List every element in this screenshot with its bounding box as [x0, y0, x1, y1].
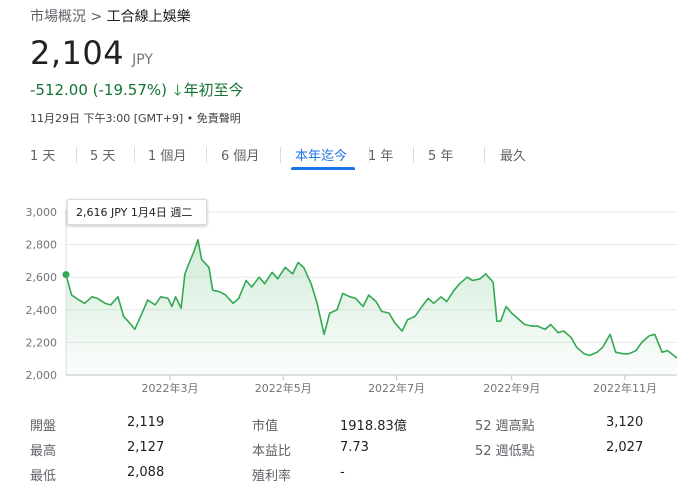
- price-change: -512.00 (-19.57%) 🡓 年初至今: [30, 79, 244, 105]
- tab-5-days[interactable]: 5 天: [90, 145, 115, 164]
- y-tick-label: 2,800: [26, 239, 58, 252]
- stats-row: 最低 2,088 殖利率 -: [0, 465, 700, 485]
- x-tick-label: 2022年7月: [368, 381, 425, 395]
- stat-label-52wk-low: 52 週低點: [475, 444, 535, 459]
- tab-divider: [413, 147, 414, 163]
- chart-tooltip: 2,616 JPY 1月4日 週二: [67, 199, 207, 225]
- currency-label: JPY: [132, 52, 153, 68]
- down-arrow-icon: 🡓: [173, 81, 182, 99]
- breadcrumb: 市場概況 > 工合線上娛樂: [30, 6, 191, 26]
- tab-1-day[interactable]: 1 天: [30, 145, 55, 164]
- stat-value-dividend-yield: -: [340, 465, 345, 480]
- x-tick-label: 2022年3月: [142, 381, 199, 395]
- tab-6-months[interactable]: 6 個月: [221, 145, 259, 164]
- x-tick-label: 2022年5月: [255, 381, 312, 395]
- y-tick-label: 2,200: [26, 336, 58, 349]
- tab-1-year[interactable]: 1 年: [368, 145, 393, 164]
- stat-label-52wk-high: 52 週高點: [475, 419, 535, 434]
- stat-value-52wk-low: 2,027: [606, 440, 644, 455]
- stat-value-market-cap: 1918.83億: [340, 419, 407, 434]
- stat-value-pe-ratio: 7.73: [340, 440, 369, 455]
- y-tick-label: 3,000: [26, 206, 58, 219]
- tab-divider: [76, 147, 77, 163]
- stats-row: 最高 2,127 本益比 7.73 52 週低點 2,027: [0, 440, 700, 460]
- time-range-tabs: 1 天 5 天 1 個月 6 個月 本年迄今 1 年 5 年 最久: [30, 145, 670, 171]
- tab-1-month[interactable]: 1 個月: [148, 145, 186, 164]
- tab-year-to-date[interactable]: 本年迄今: [295, 145, 347, 164]
- stat-value-high: 2,127: [127, 440, 165, 455]
- stat-value-low: 2,088: [127, 465, 165, 480]
- tab-divider: [134, 147, 135, 163]
- stat-label-pe-ratio: 本益比: [252, 444, 292, 459]
- stat-label-high: 最高: [30, 444, 57, 459]
- change-period: 年初至今: [183, 81, 244, 99]
- active-tab-indicator: [291, 167, 355, 170]
- x-tick-label: 2022年9月: [483, 381, 540, 395]
- tab-divider: [484, 147, 485, 163]
- stats-row: 開盤 2,119 市值 1918.83億 52 週高點 3,120: [0, 415, 700, 435]
- stat-label-market-cap: 市值: [252, 419, 279, 434]
- tab-5-years[interactable]: 5 年: [428, 145, 453, 164]
- breadcrumb-parent[interactable]: 市場概況: [30, 9, 86, 25]
- tab-divider: [280, 147, 281, 163]
- timestamp-disclaimer: 11月29日 下午3:00 [GMT+9] • 免責聲明: [30, 112, 241, 125]
- price-header: 2,104 JPY: [30, 34, 153, 72]
- y-tick-label: 2,400: [26, 304, 58, 317]
- tab-divider: [206, 147, 207, 163]
- stat-label-dividend-yield: 殖利率: [252, 469, 292, 484]
- x-tick-label: 2022年11月: [593, 381, 657, 395]
- highlight-point: [62, 271, 70, 279]
- stats-table: 開盤 2,119 市值 1918.83億 52 週高點 3,120 最高 2,1…: [0, 415, 700, 490]
- breadcrumb-separator: >: [90, 9, 103, 25]
- stat-label-low: 最低: [30, 469, 57, 484]
- y-tick-label: 2,000: [26, 369, 58, 382]
- stat-value-52wk-high: 3,120: [606, 415, 644, 430]
- stat-label-open: 開盤: [30, 419, 57, 434]
- stat-value-open: 2,119: [127, 415, 165, 430]
- breadcrumb-current: 工合線上娛樂: [106, 9, 191, 25]
- stock-price: 2,104: [30, 34, 125, 72]
- price-change-value: -512.00 (-19.57%): [30, 81, 167, 99]
- y-tick-label: 2,600: [26, 271, 58, 284]
- tab-max[interactable]: 最久: [500, 145, 526, 164]
